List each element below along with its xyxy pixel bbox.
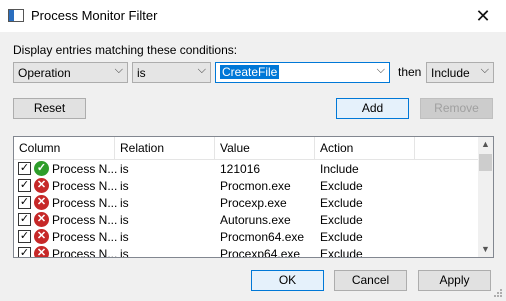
title-bar[interactable]: Process Monitor Filter ✕	[0, 0, 506, 32]
cell-value: Procmon64.exe	[220, 230, 305, 244]
cell-relation: is	[120, 247, 129, 258]
cell-relation: is	[120, 230, 129, 244]
chevron-down-icon: ⌵	[114, 64, 123, 76]
cell-column: Process N...	[52, 162, 118, 176]
header-divider[interactable]	[414, 137, 415, 159]
cell-relation: is	[120, 179, 129, 193]
value-combobox[interactable]: CreateFile ⌵	[215, 62, 390, 83]
header-divider[interactable]	[314, 137, 315, 159]
app-icon	[8, 9, 24, 22]
relation-select[interactable]: is ⌵	[132, 62, 211, 83]
cancel-button[interactable]: Cancel	[334, 270, 407, 291]
window-title: Process Monitor Filter	[31, 8, 158, 23]
exclude-icon: ✕	[34, 195, 49, 210]
cell-action: Include	[320, 162, 359, 176]
cell-relation: is	[120, 162, 129, 176]
table-row[interactable]: ✓ ✕ Process N... is Procexp.exe Exclude	[14, 195, 479, 212]
cell-action: Exclude	[320, 196, 363, 210]
cell-column: Process N...	[52, 213, 118, 227]
chevron-down-icon: ⌵	[480, 64, 489, 76]
cell-column: Process N...	[52, 230, 118, 244]
cell-value: Procexp64.exe	[220, 247, 301, 258]
vertical-scrollbar[interactable]: ▲ ▼	[478, 137, 493, 257]
close-button[interactable]: ✕	[460, 0, 506, 32]
filter-list[interactable]: Column Relation Value Action ✓ ✓ Process…	[13, 136, 494, 258]
table-row[interactable]: ✓ ✓ Process N... is 121016 Include	[14, 161, 479, 178]
cell-column: Process N...	[52, 196, 118, 210]
scroll-down-icon[interactable]: ▼	[478, 242, 493, 257]
conditions-label: Display entries matching these condition…	[13, 43, 238, 57]
ok-button[interactable]: OK	[251, 270, 324, 291]
apply-button[interactable]: Apply	[418, 270, 491, 291]
cell-action: Exclude	[320, 230, 363, 244]
add-button[interactable]: Add	[336, 98, 409, 119]
row-checkbox[interactable]: ✓	[18, 230, 31, 243]
header-action[interactable]: Action	[320, 141, 353, 155]
chevron-down-icon[interactable]: ⌵	[377, 64, 385, 77]
remove-button[interactable]: Remove	[420, 98, 493, 119]
cell-value: 121016	[220, 162, 261, 176]
header-column[interactable]: Column	[19, 141, 60, 155]
header-value[interactable]: Value	[220, 141, 250, 155]
cell-action: Exclude	[320, 179, 363, 193]
cell-relation: is	[120, 196, 129, 210]
exclude-icon: ✕	[34, 246, 49, 257]
cell-column: Process N...	[52, 179, 118, 193]
table-row[interactable]: ✓ ✕ Process N... is Procmon.exe Exclude	[14, 178, 479, 195]
header-divider[interactable]	[114, 137, 115, 159]
scrollbar-thumb[interactable]	[479, 154, 492, 171]
row-checkbox[interactable]: ✓	[18, 196, 31, 209]
resize-grip-icon[interactable]	[493, 288, 503, 298]
value-combobox-text[interactable]: CreateFile	[220, 65, 280, 79]
exclude-icon: ✕	[34, 178, 49, 193]
column-select[interactable]: Operation ⌵	[13, 62, 128, 83]
cell-relation: is	[120, 213, 129, 227]
table-row[interactable]: ✓ ✕ Process N... is Procexp64.exe Exclud…	[14, 246, 479, 258]
action-select[interactable]: Include ⌵	[426, 62, 494, 83]
list-header: Column Relation Value Action	[14, 137, 479, 160]
then-label: then	[398, 65, 422, 79]
reset-button[interactable]: Reset	[13, 98, 86, 119]
table-row[interactable]: ✓ ✕ Process N... is Autoruns.exe Exclude	[14, 212, 479, 229]
table-row[interactable]: ✓ ✕ Process N... is Procmon64.exe Exclud…	[14, 229, 479, 246]
row-checkbox[interactable]: ✓	[18, 213, 31, 226]
cell-value: Procmon.exe	[220, 179, 291, 193]
chevron-down-icon: ⌵	[197, 64, 206, 76]
cell-column: Process N...	[52, 247, 118, 258]
cell-value: Autoruns.exe	[220, 213, 291, 227]
row-checkbox[interactable]: ✓	[18, 179, 31, 192]
filter-dialog: Process Monitor Filter ✕ Display entries…	[0, 0, 506, 301]
include-icon: ✓	[34, 161, 49, 176]
exclude-icon: ✕	[34, 212, 49, 227]
header-divider[interactable]	[214, 137, 215, 159]
relation-select-value: is	[137, 66, 146, 80]
cell-value: Procexp.exe	[220, 196, 287, 210]
row-checkbox[interactable]: ✓	[18, 162, 31, 175]
scroll-up-icon[interactable]: ▲	[478, 137, 493, 152]
cell-action: Exclude	[320, 247, 363, 258]
row-checkbox[interactable]: ✓	[18, 247, 31, 257]
action-select-value: Include	[431, 66, 470, 80]
exclude-icon: ✕	[34, 229, 49, 244]
cell-action: Exclude	[320, 213, 363, 227]
header-relation[interactable]: Relation	[120, 141, 164, 155]
column-select-value: Operation	[18, 66, 71, 80]
